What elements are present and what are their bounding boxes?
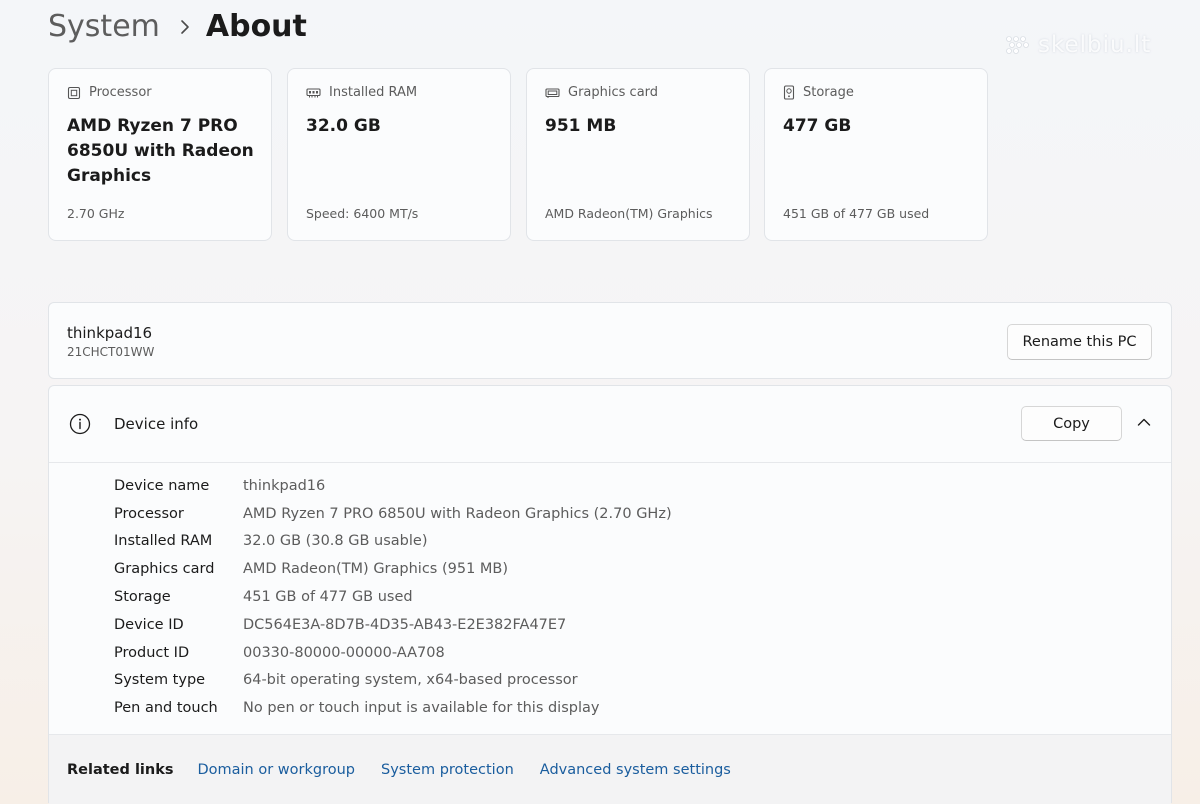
spec-label: Storage bbox=[114, 589, 171, 606]
breadcrumb: System About bbox=[48, 8, 307, 46]
spec-row: Device name thinkpad16 bbox=[114, 472, 672, 500]
device-info-header[interactable]: Device info Copy bbox=[49, 386, 1171, 463]
spec-value: No pen or touch input is available for t… bbox=[243, 700, 600, 717]
card-subtext: Speed: 6400 MT/s bbox=[306, 206, 419, 221]
card-value: AMD Ryzen 7 PRO 6850U with Radeon Graphi… bbox=[67, 116, 254, 186]
spec-row: Storage 451 GB of 477 GB used bbox=[114, 583, 672, 611]
spec-label: Graphics card bbox=[114, 561, 215, 578]
page-title: About bbox=[205, 9, 307, 44]
watermark-logo-icon bbox=[1006, 36, 1029, 54]
advanced-system-settings-link[interactable]: Advanced system settings bbox=[540, 762, 731, 778]
processor-icon bbox=[67, 86, 81, 99]
pc-model: 21CHCT01WW bbox=[67, 345, 155, 359]
device-info-section: Device info Copy Device name thinkpad16 … bbox=[48, 385, 1172, 804]
pc-name-section: thinkpad16 21CHCT01WW Rename this PC bbox=[48, 302, 1172, 379]
spec-value: AMD Ryzen 7 PRO 6850U with Radeon Graphi… bbox=[243, 505, 672, 522]
related-links-bar: Related links Domain or workgroup System… bbox=[49, 734, 1171, 804]
info-icon bbox=[69, 413, 91, 435]
card-title: Graphics card bbox=[568, 85, 659, 100]
spec-value: thinkpad16 bbox=[243, 477, 326, 494]
spec-row: Graphics card AMD Radeon(TM) Graphics (9… bbox=[114, 555, 672, 583]
graphics-card-card: Graphics card 951 MB AMD Radeon(TM) Grap… bbox=[526, 68, 750, 241]
spec-label: Device ID bbox=[114, 616, 184, 633]
spec-row: Processor AMD Ryzen 7 PRO 6850U with Rad… bbox=[114, 500, 672, 528]
storage-card: Storage 477 GB 451 GB of 477 GB used bbox=[764, 68, 988, 241]
ram-icon bbox=[306, 87, 321, 97]
processor-card: Processor AMD Ryzen 7 PRO 6850U with Rad… bbox=[48, 68, 272, 241]
card-title: Processor bbox=[89, 85, 152, 100]
copy-button[interactable]: Copy bbox=[1021, 406, 1122, 441]
pc-name: thinkpad16 bbox=[67, 324, 153, 342]
spec-label: Device name bbox=[114, 477, 210, 494]
rename-pc-button[interactable]: Rename this PC bbox=[1007, 324, 1152, 360]
card-title: Installed RAM bbox=[329, 85, 418, 100]
card-subtext: 451 GB of 477 GB used bbox=[783, 206, 930, 221]
graphics-card-icon bbox=[545, 87, 560, 98]
card-value: 477 GB bbox=[783, 116, 852, 136]
spec-value: 64-bit operating system, x64-based proce… bbox=[243, 672, 578, 689]
spec-label: Processor bbox=[114, 505, 184, 522]
ram-card: Installed RAM 32.0 GB Speed: 6400 MT/s bbox=[287, 68, 511, 241]
card-title: Storage bbox=[803, 85, 854, 100]
spec-label: Installed RAM bbox=[114, 533, 213, 550]
related-links-label: Related links bbox=[67, 761, 174, 778]
device-info-title: Device info bbox=[114, 415, 199, 433]
domain-or-workgroup-link[interactable]: Domain or workgroup bbox=[197, 762, 355, 778]
spec-value: DC564E3A-8D7B-4D35-AB43-E2E382FA47E7 bbox=[243, 616, 567, 633]
spec-value: 32.0 GB (30.8 GB usable) bbox=[243, 533, 428, 550]
spec-row: Installed RAM 32.0 GB (30.8 GB usable) bbox=[114, 528, 672, 556]
spec-row: Product ID 00330-80000-00000-AA708 bbox=[114, 639, 672, 667]
chevron-up-icon[interactable] bbox=[1137, 417, 1151, 427]
spec-value: 451 GB of 477 GB used bbox=[243, 589, 413, 606]
spec-label: Product ID bbox=[114, 644, 190, 661]
spec-row: Device ID DC564E3A-8D7B-4D35-AB43-E2E382… bbox=[114, 611, 672, 639]
breadcrumb-system-link[interactable]: System bbox=[48, 8, 160, 46]
storage-icon bbox=[783, 85, 795, 100]
spec-row: Pen and touch No pen or touch input is a… bbox=[114, 694, 672, 722]
card-value: 32.0 GB bbox=[306, 116, 381, 136]
card-value: 951 MB bbox=[545, 116, 617, 136]
device-specs-table: Device name thinkpad16 Processor AMD Ryz… bbox=[114, 472, 672, 722]
spec-label: Pen and touch bbox=[114, 700, 218, 717]
card-subtext: 2.70 GHz bbox=[67, 206, 125, 221]
chevron-right-icon bbox=[180, 19, 190, 35]
spec-value: 00330-80000-00000-AA708 bbox=[243, 644, 445, 661]
watermark: skelbiu.lt bbox=[1004, 32, 1151, 58]
spec-label: System type bbox=[114, 672, 206, 689]
spec-row: System type 64-bit operating system, x64… bbox=[114, 667, 672, 695]
card-subtext: AMD Radeon(TM) Graphics bbox=[545, 206, 713, 221]
watermark-text: skelbiu.lt bbox=[1038, 32, 1152, 58]
spec-value: AMD Radeon(TM) Graphics (951 MB) bbox=[243, 561, 509, 578]
system-protection-link[interactable]: System protection bbox=[381, 762, 514, 778]
